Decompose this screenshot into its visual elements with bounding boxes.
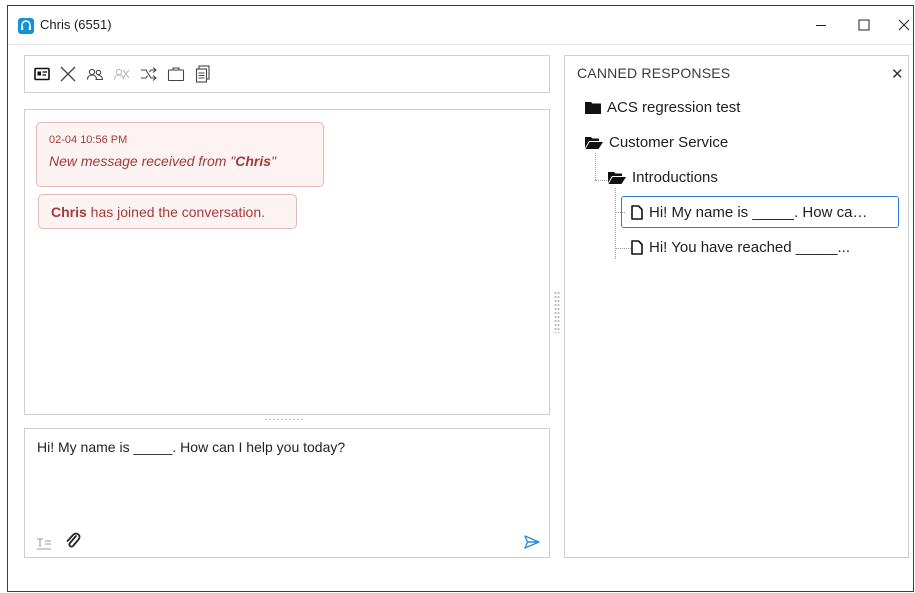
- tree-folder-label: ACS regression test: [607, 99, 741, 116]
- tree-connector: [615, 248, 631, 249]
- vertical-splitter[interactable]: [554, 291, 560, 333]
- transfer-agent-icon: [86, 68, 104, 81]
- contact-card-button[interactable]: [31, 63, 53, 85]
- chat-window: Chris (6551) 02-04 10:56 PM New message …: [7, 5, 914, 592]
- minimize-button[interactable]: [798, 6, 844, 44]
- transfer-agent-button[interactable]: [84, 63, 106, 85]
- window-title: Chris (6551): [40, 17, 112, 32]
- close-window-button[interactable]: [881, 6, 915, 44]
- join-text: Chris has joined the conversation.: [51, 204, 265, 220]
- minimize-icon: [816, 25, 826, 26]
- conference-icon: [113, 68, 130, 80]
- compose-area[interactable]: Hi! My name is _____. How can I help you…: [24, 428, 550, 558]
- message-text: New message received from "Chris": [49, 153, 276, 169]
- message-sender: Chris: [235, 153, 272, 169]
- join-sender: Chris: [51, 204, 87, 220]
- format-text-icon: [37, 538, 51, 550]
- tree-folder-label: Introductions: [632, 169, 718, 186]
- canned-response-label: Hi! You have reached _____...: [649, 239, 850, 256]
- reroute-button[interactable]: [138, 63, 160, 85]
- hold-button[interactable]: [165, 63, 187, 85]
- tree-connector: [595, 153, 596, 180]
- conference-button: [111, 63, 133, 85]
- transcript-icon: [195, 65, 210, 83]
- close-panel-button[interactable]: ✕: [891, 65, 904, 83]
- join-notice: Chris has joined the conversation.: [38, 194, 297, 229]
- chat-toolbar: [24, 55, 550, 93]
- canned-response-label: Hi! My name is _____. How ca…: [649, 204, 868, 221]
- join-message: has joined the conversation.: [86, 204, 266, 220]
- tree-connector: [595, 180, 607, 181]
- message-text-prefix: New message received from ": [49, 153, 236, 169]
- message-list[interactable]: 02-04 10:56 PM New message received from…: [24, 109, 550, 415]
- title-bar: Chris (6551): [8, 6, 913, 45]
- compose-input[interactable]: Hi! My name is _____. How can I help you…: [37, 439, 345, 455]
- folder-open-icon: [608, 172, 626, 184]
- tree-folder-customer-service[interactable]: Customer Service: [585, 134, 728, 151]
- send-button[interactable]: [522, 532, 542, 552]
- maximize-icon: [858, 19, 870, 31]
- format-text-button[interactable]: [34, 533, 54, 553]
- headset-app-icon: [18, 18, 34, 34]
- canned-response-item[interactable]: Hi! You have reached _____...: [631, 239, 850, 256]
- transcript-button[interactable]: [192, 63, 214, 85]
- attachment-icon: [66, 532, 81, 548]
- tree-folder-acs[interactable]: ACS regression test: [585, 99, 740, 116]
- horizontal-splitter[interactable]: [264, 418, 304, 422]
- attach-file-button[interactable]: [63, 531, 83, 551]
- canned-responses-title: CANNED RESPONSES: [577, 65, 731, 81]
- tree-folder-label: Customer Service: [609, 134, 729, 151]
- send-icon: [524, 535, 540, 549]
- canned-response-item-selected[interactable]: Hi! My name is _____. How ca…: [631, 204, 867, 221]
- close-icon: [898, 19, 910, 31]
- folder-icon: [585, 102, 601, 114]
- document-icon: [631, 205, 643, 220]
- system-message: 02-04 10:56 PM New message received from…: [36, 122, 324, 187]
- end-chat-icon: [60, 66, 76, 82]
- document-icon: [631, 240, 643, 255]
- message-timestamp: 02-04 10:56 PM: [49, 134, 128, 146]
- message-text-suffix: ": [271, 153, 277, 169]
- canned-responses-panel: CANNED RESPONSES ✕ ACS regression test C…: [564, 55, 909, 558]
- end-chat-button[interactable]: [57, 63, 79, 85]
- tree-folder-introductions[interactable]: Introductions: [608, 169, 718, 186]
- contact-card-icon: [34, 67, 50, 81]
- folder-open-icon: [585, 137, 603, 149]
- hold-icon: [167, 67, 185, 82]
- reroute-icon: [141, 67, 157, 81]
